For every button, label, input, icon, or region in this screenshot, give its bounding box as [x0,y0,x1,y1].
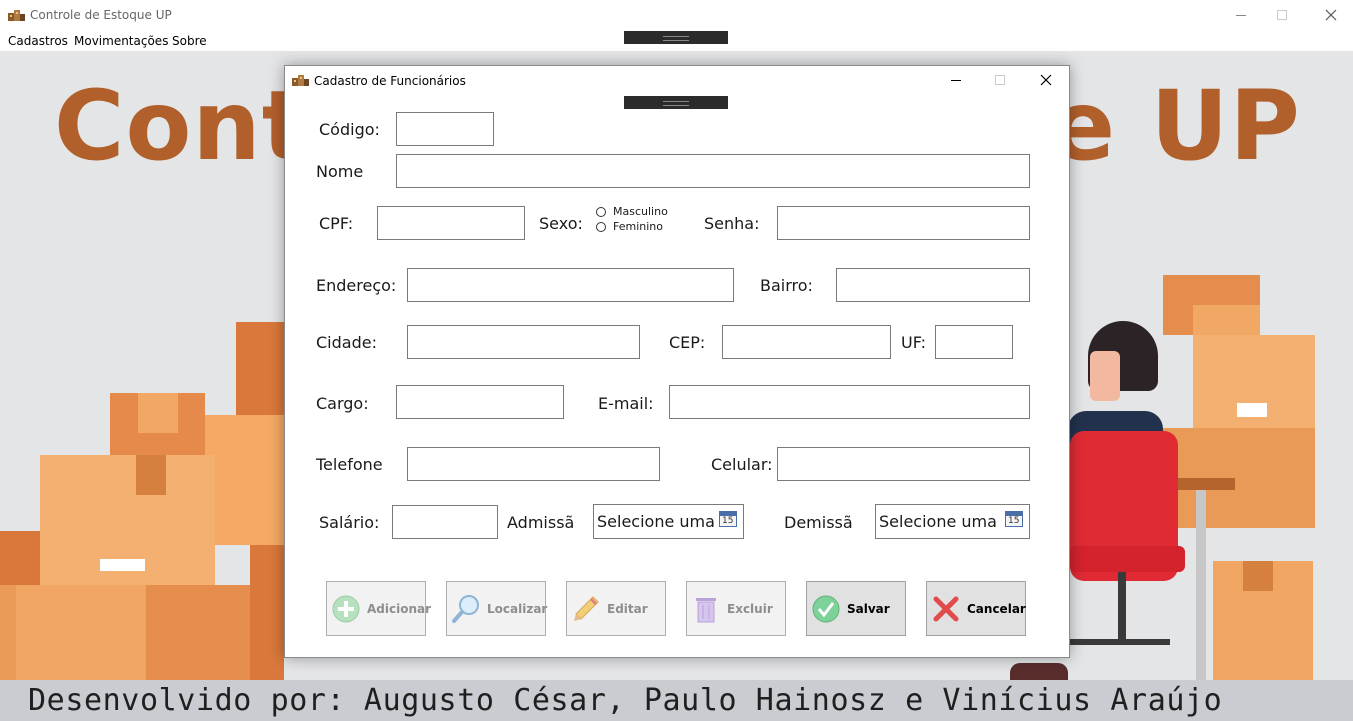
window-title: Controle de Estoque UP [30,8,172,22]
adicionar-label: Adicionar [367,601,432,616]
dialog-resize-grip[interactable] [624,96,728,109]
label-feminino: Feminino [613,220,663,233]
salario-input[interactable] [392,505,498,539]
label-cargo: Cargo: [316,394,369,413]
localizar-button[interactable]: Localizar [446,581,548,636]
maximize-button[interactable] [1264,0,1310,31]
pencil-icon [571,594,601,624]
label-masculino: Masculino [613,205,668,218]
box [1237,403,1267,417]
cancel-x-icon [931,594,961,624]
label-celular: Celular: [711,455,773,474]
box [1243,561,1273,591]
email-input[interactable] [669,385,1030,419]
telefone-input[interactable] [407,447,660,481]
admissao-date-text: Selecione uma [597,512,715,531]
box [1193,305,1260,335]
chair-post [1118,572,1126,642]
label-demissao: Demissã [784,513,852,532]
salvar-label: Salvar [847,601,890,616]
cidade-input[interactable] [407,325,640,359]
label-email: E-mail: [598,394,654,413]
person-shoe [1010,663,1068,680]
footer-credits: Desenvolvido por: Augusto César, Paulo H… [28,683,1223,718]
dialog-icon [292,73,309,86]
box [146,585,250,680]
admissao-date-picker[interactable]: Selecione uma 15 [593,504,744,539]
nome-input[interactable] [396,154,1030,188]
dialog-maximize-button[interactable] [979,66,1025,96]
label-salario: Salário: [319,513,380,532]
box [138,393,178,433]
localizar-label: Localizar [487,601,548,616]
menu-movimentacoes[interactable]: Movimentações [74,34,168,48]
cancelar-label: Cancelar [967,601,1026,616]
salvar-button[interactable]: Salvar [806,581,906,636]
dialog-title: Cadastro de Funcionários [314,74,466,88]
dialog-close-button[interactable] [1025,66,1069,96]
box [100,559,145,571]
calendar-icon[interactable]: 15 [1005,511,1023,527]
resize-grip[interactable] [624,31,728,44]
label-cep: CEP: [669,333,706,352]
label-senha: Senha: [704,214,760,233]
box [205,415,285,545]
radio-feminino[interactable] [596,222,606,232]
background-title-right: e UP [1050,70,1301,182]
search-icon [451,594,481,624]
cargo-input[interactable] [396,385,564,419]
label-codigo: Código: [319,120,380,139]
background-title-left: Cont [54,70,309,182]
endereco-input[interactable] [407,268,734,302]
desk [1175,478,1235,490]
chair-base [1070,639,1170,645]
adicionar-button[interactable]: Adicionar [326,581,431,636]
close-icon [1325,9,1337,21]
calendar-icon[interactable]: 15 [719,511,737,527]
label-telefone: Telefone [316,455,383,474]
editar-button[interactable]: Editar [566,581,666,636]
trash-icon [691,594,721,624]
label-sexo: Sexo: [539,214,583,233]
checkmark-icon [811,594,841,624]
chair-seat [1070,546,1185,572]
close-button[interactable] [1310,0,1353,31]
app-icon [8,8,25,21]
label-admissao: Admissã [507,513,575,532]
celular-input[interactable] [777,447,1030,481]
box [0,531,40,591]
codigo-input[interactable] [396,112,494,146]
employee-dialog: Cadastro de Funcionários Código: Nome CP… [284,65,1070,658]
editar-label: Editar [607,601,648,616]
add-icon [331,594,361,624]
excluir-label: Excluir [727,601,773,616]
bairro-input[interactable] [836,268,1030,302]
label-cidade: Cidade: [316,333,377,352]
cancelar-button[interactable]: Cancelar [926,581,1026,636]
box [16,585,146,680]
label-bairro: Bairro: [760,276,813,295]
menu-cadastros[interactable]: Cadastros [8,34,68,48]
cpf-input[interactable] [377,206,525,240]
minimize-button[interactable] [1218,0,1264,31]
box [136,455,166,495]
box [250,545,284,680]
label-endereco: Endereço: [316,276,397,295]
main-title-bar: Controle de Estoque UP [0,0,1353,31]
dialog-minimize-button[interactable] [933,66,979,96]
demissao-date-picker[interactable]: Selecione uma 15 [875,504,1030,539]
excluir-button[interactable]: Excluir [686,581,786,636]
radio-masculino[interactable] [596,207,606,217]
uf-input[interactable] [935,325,1013,359]
demissao-date-text: Selecione uma [879,512,997,531]
label-cpf: CPF: [319,214,354,233]
cep-input[interactable] [722,325,891,359]
senha-input[interactable] [777,206,1030,240]
menu-sobre[interactable]: Sobre [172,34,207,48]
label-uf: UF: [901,333,927,352]
person-face [1090,351,1120,401]
close-icon [1040,74,1052,86]
label-nome: Nome [316,162,364,181]
desk-leg [1196,490,1206,680]
